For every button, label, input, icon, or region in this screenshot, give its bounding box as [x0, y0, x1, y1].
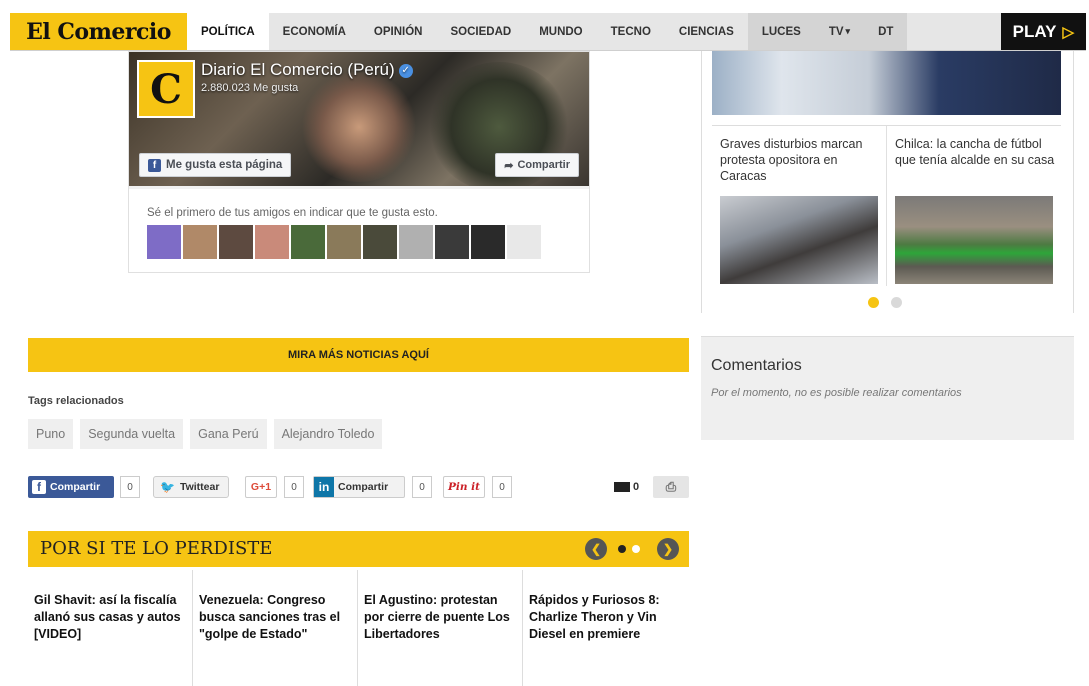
- missed-news-item[interactable]: Gil Shavit: así la fiscalía allanó sus c…: [28, 570, 193, 686]
- facebook-share-count: 0: [120, 476, 140, 498]
- gallery-item-title[interactable]: Graves disturbios marcan protesta oposit…: [720, 136, 880, 192]
- carousel-dot-active[interactable]: [618, 545, 626, 553]
- nav-item-politica[interactable]: POLÍTICA: [187, 13, 269, 50]
- site-logo[interactable]: El Comercio: [10, 13, 187, 50]
- gallery-dot-active[interactable]: [868, 297, 879, 308]
- comment-bubble-icon: [614, 482, 630, 492]
- tags-label: Tags relacionados: [28, 395, 124, 407]
- tweet-button[interactable]: 🐦 Twittear: [153, 476, 229, 498]
- gallery-item[interactable]: Graves disturbios marcan protesta oposit…: [720, 136, 880, 284]
- share-arrow-icon: ➦: [504, 159, 514, 172]
- friend-avatars: [147, 225, 541, 259]
- caret-down-icon: ▾: [845, 26, 851, 36]
- comments-section: Comentarios Por el momento, no es posibl…: [701, 336, 1074, 440]
- comments-unavailable-text: Por el momento, no es posible realizar c…: [711, 387, 962, 399]
- nav-item-luces[interactable]: LUCES: [747, 13, 815, 50]
- friend-avatar[interactable]: [435, 225, 469, 259]
- friend-avatar[interactable]: [471, 225, 505, 259]
- pinterest-count: 0: [492, 476, 512, 498]
- carousel-pagination: [618, 545, 640, 553]
- missed-news-list: Gil Shavit: así la fiscalía allanó sus c…: [28, 570, 689, 686]
- facebook-like-page-button[interactable]: f Me gusta esta página: [139, 153, 292, 177]
- printer-icon: ⎙: [665, 479, 677, 494]
- nav-item-ciencias[interactable]: CIENCIAS: [665, 13, 748, 50]
- friend-avatar[interactable]: [363, 225, 397, 259]
- carousel-dot[interactable]: [632, 545, 640, 553]
- chevron-right-icon: ❯: [662, 542, 674, 556]
- tag-segunda-vuelta[interactable]: Segunda vuelta: [80, 419, 184, 449]
- nav-item-tv[interactable]: TV ▾: [814, 13, 865, 50]
- google-plus-button[interactable]: G+1: [245, 476, 277, 498]
- friend-avatar[interactable]: [255, 225, 289, 259]
- missed-news-item[interactable]: El Agustino: protestan por cierre de pue…: [358, 570, 523, 686]
- linkedin-share-count: 0: [412, 476, 432, 498]
- facebook-page-widget: C Diario El Comercio (Perú) ✓ 2.880.023 M…: [128, 51, 590, 273]
- missed-news-title: POR SI TE LO PERDISTE: [40, 538, 273, 559]
- comments-title: Comentarios: [711, 357, 802, 374]
- facebook-share-button[interactable]: f Compartir: [28, 476, 114, 498]
- divider: [886, 126, 887, 286]
- tag-puno[interactable]: Puno: [28, 419, 74, 449]
- facebook-page-name[interactable]: Diario El Comercio (Perú) ✓: [201, 60, 413, 80]
- nav-item-dt[interactable]: DT: [864, 13, 908, 50]
- gallery-dot[interactable]: [891, 297, 902, 308]
- gallery-top-image[interactable]: [712, 51, 1061, 115]
- facebook-cover-photo: C Diario El Comercio (Perú) ✓ 2.880.023 M…: [129, 52, 589, 186]
- carousel-next-button[interactable]: ❯: [657, 538, 679, 560]
- friend-avatar[interactable]: [219, 225, 253, 259]
- gallery-item-image[interactable]: [895, 196, 1053, 284]
- facebook-icon: f: [148, 158, 161, 172]
- print-button[interactable]: ⎙: [653, 476, 689, 498]
- comments-count-button[interactable]: 0: [614, 476, 646, 498]
- gallery-item-image[interactable]: [720, 196, 878, 284]
- friend-avatar[interactable]: [327, 225, 361, 259]
- gallery-item-title[interactable]: Chilca: la cancha de fútbol que tenía al…: [895, 136, 1055, 192]
- twitter-bird-icon: 🐦: [160, 480, 175, 494]
- play-triangle-icon: ▷: [1062, 23, 1074, 41]
- friend-avatar[interactable]: [399, 225, 433, 259]
- facebook-likes-count: 2.880.023 Me gusta: [201, 82, 299, 94]
- top-navigation: El Comercio POLÍTICA ECONOMÍA OPINIÓN SO…: [10, 13, 1086, 51]
- friend-avatar[interactable]: [291, 225, 325, 259]
- linkedin-icon: in: [314, 477, 334, 497]
- missed-news-header: POR SI TE LO PERDISTE ❮ ❯: [28, 531, 689, 567]
- google-plus-count: 0: [284, 476, 304, 498]
- tag-alejandro-toledo[interactable]: Alejandro Toledo: [273, 419, 383, 449]
- carousel-prev-button[interactable]: ❮: [585, 538, 607, 560]
- facebook-share-button[interactable]: ➦ Compartir: [495, 153, 579, 177]
- friend-avatar[interactable]: [183, 225, 217, 259]
- cover-photo-detail: [299, 72, 419, 182]
- nav-item-economia[interactable]: ECONOMÍA: [269, 13, 360, 50]
- nav-item-mundo[interactable]: MUNDO: [525, 13, 596, 50]
- friends-prompt: Sé el primero de tus amigos en indicar q…: [147, 207, 438, 219]
- gallery-pagination: [868, 297, 902, 308]
- nav-item-opinion[interactable]: OPINIÓN: [360, 13, 437, 50]
- chevron-left-icon: ❮: [590, 542, 602, 556]
- nav-item-tecno[interactable]: TECNO: [597, 13, 665, 50]
- linkedin-share-button[interactable]: in Compartir: [313, 476, 405, 498]
- gallery-item[interactable]: Chilca: la cancha de fútbol que tenía al…: [895, 136, 1055, 284]
- tag-gana-peru[interactable]: Gana Perú: [190, 419, 267, 449]
- verified-check-icon: ✓: [398, 63, 413, 78]
- nav-item-sociedad[interactable]: SOCIEDAD: [436, 13, 525, 50]
- missed-news-item[interactable]: Venezuela: Congreso busca sanciones tras…: [193, 570, 358, 686]
- friend-avatar[interactable]: [507, 225, 541, 259]
- missed-news-item[interactable]: Rápidos y Furiosos 8: Charlize Theron y …: [523, 570, 688, 686]
- pinterest-button[interactable]: Pin it: [443, 476, 485, 498]
- page-avatar[interactable]: C: [137, 60, 195, 118]
- related-tags: Puno Segunda vuelta Gana Perú Alejandro …: [28, 419, 383, 449]
- news-gallery: Graves disturbios marcan protesta oposit…: [701, 51, 1074, 313]
- play-button[interactable]: PLAY ▷: [1000, 13, 1086, 50]
- friend-avatar[interactable]: [147, 225, 181, 259]
- more-news-button[interactable]: MIRA MÁS NOTICIAS AQUÍ: [28, 338, 689, 372]
- facebook-icon: f: [32, 480, 46, 494]
- facebook-friends-section: Sé el primero de tus amigos en indicar q…: [129, 189, 589, 272]
- social-share-bar: f Compartir 0 🐦 Twittear G+1 0 in Compartir…: [28, 475, 689, 499]
